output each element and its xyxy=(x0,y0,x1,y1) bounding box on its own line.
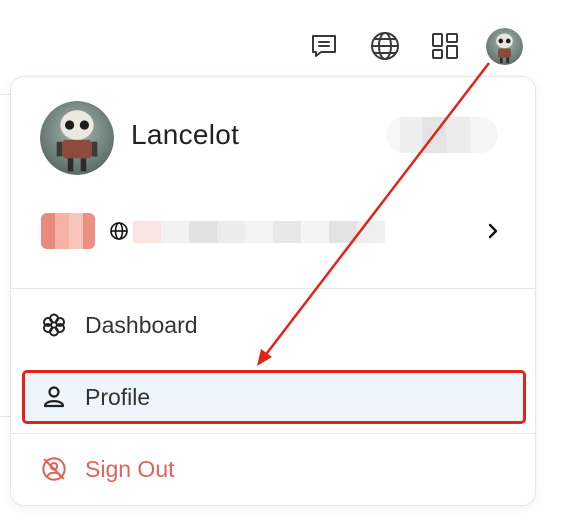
sign-out-icon xyxy=(41,456,67,482)
globe-icon xyxy=(109,221,129,241)
organization-logo-redacted xyxy=(41,213,95,249)
divider xyxy=(11,288,535,289)
user-icon xyxy=(41,384,67,410)
organization-name-redacted xyxy=(133,221,385,243)
menu-item-label: Profile xyxy=(85,383,151,410)
menu-item-label: Sign Out xyxy=(85,455,175,482)
dashboard-flower-icon xyxy=(41,312,67,338)
user-avatar xyxy=(40,101,114,175)
menu-item-sign-out[interactable]: Sign Out xyxy=(25,445,523,493)
user-role-badge-redacted xyxy=(386,117,498,153)
menu-item-profile[interactable]: Profile xyxy=(22,370,526,424)
user-header: Lancelot xyxy=(11,77,535,195)
avatar[interactable] xyxy=(486,28,523,65)
menu-item-dashboard[interactable]: Dashboard xyxy=(25,301,523,349)
globe-icon[interactable] xyxy=(367,28,403,64)
page: Lancelot Dashboard Profile Sign Out xyxy=(0,0,566,521)
user-name: Lancelot xyxy=(131,119,240,150)
apps-grid-icon[interactable] xyxy=(427,28,463,64)
menu-item-label: Dashboard xyxy=(85,311,198,338)
organization-switcher[interactable] xyxy=(11,207,535,255)
divider xyxy=(11,433,535,434)
chevron-right-icon[interactable] xyxy=(483,221,503,241)
message-icon[interactable] xyxy=(306,28,342,64)
user-dropdown-menu: Lancelot Dashboard Profile Sign Out xyxy=(10,76,536,506)
